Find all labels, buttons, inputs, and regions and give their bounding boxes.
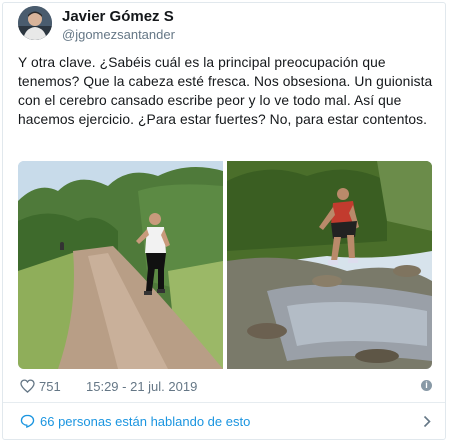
photo-runner-dirt-road [18, 161, 223, 369]
heart-icon[interactable] [20, 379, 35, 393]
tweet-card: Javier Gómez S @jgomezsantander Y otra c… [2, 2, 446, 440]
info-icon[interactable]: i [421, 380, 432, 391]
photo-runner-stream[interactable] [227, 161, 432, 369]
tweet-meta: 751 15:29 - 21 jul. 2019 i [18, 377, 438, 397]
like-count[interactable]: 751 [39, 379, 61, 394]
speech-bubble-icon [20, 414, 35, 428]
photo-runner-road[interactable] [18, 161, 223, 369]
chevron-right-icon [423, 415, 431, 428]
conversation-link[interactable]: 66 personas están hablando de esto [3, 403, 445, 440]
tweet-text: Y otra clave. ¿Sabéis cuál es la princip… [18, 55, 433, 127]
conversation-label: 66 personas están hablando de esto [40, 414, 251, 429]
author-handle[interactable]: @jgomezsantander [62, 27, 175, 42]
timestamp[interactable]: 15:29 - 21 jul. 2019 [86, 379, 197, 394]
photo-runner-crossing-stream [227, 161, 432, 369]
tweet-media [18, 161, 432, 369]
tweet-header: Javier Gómez S @jgomezsantander [18, 6, 438, 46]
avatar[interactable] [18, 6, 52, 40]
author-name[interactable]: Javier Gómez S [62, 8, 174, 25]
avatar-image [18, 6, 52, 40]
